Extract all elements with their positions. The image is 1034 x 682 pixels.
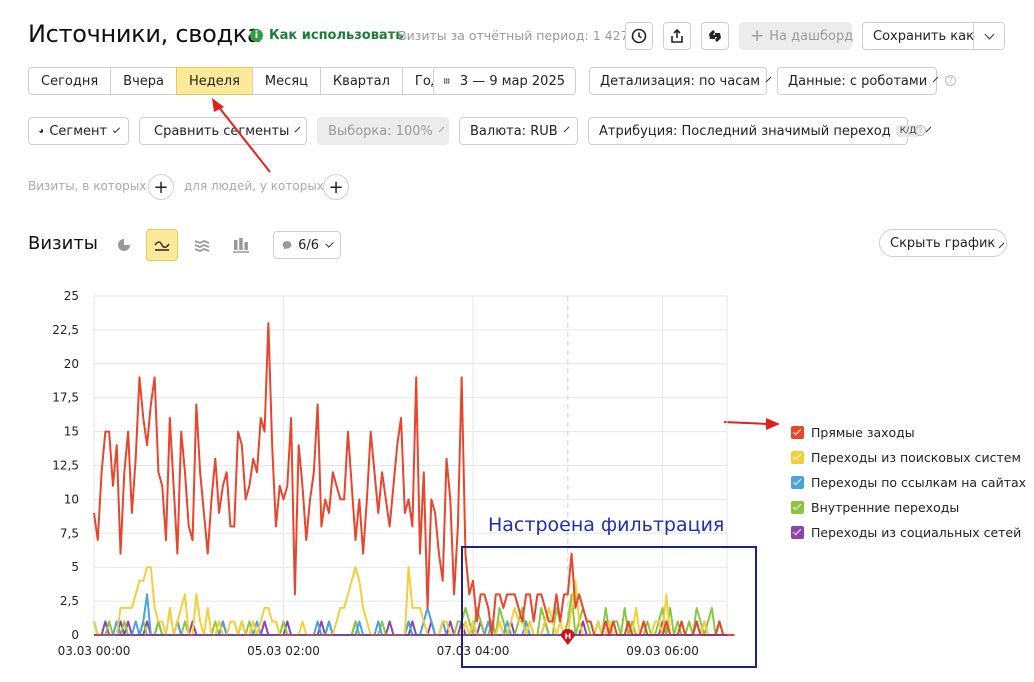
y-tick-label: 2,5 — [60, 594, 79, 608]
pie-chart-icon — [118, 239, 130, 251]
y-tick-label: 12,5 — [52, 459, 79, 473]
y-tick-label: 22,5 — [52, 323, 79, 337]
y-tick-label: 0 — [71, 628, 79, 642]
legend-label: Переходы по ссылкам на сайтах — [811, 475, 1027, 490]
x-tick-label: 03.03 00:00 — [58, 644, 131, 658]
legend-item[interactable]: Переходы по ссылкам на сайтах — [791, 470, 1026, 495]
x-tick-label: 05.03 02:00 — [247, 644, 320, 658]
chart-type-line[interactable] — [146, 229, 178, 261]
hide-chart-label: Скрыть график — [890, 235, 996, 251]
chevron-up-icon — [998, 242, 1005, 248]
legend-label: Переходы из поисковых систем — [811, 450, 1021, 465]
chart-type-pie[interactable] — [108, 229, 140, 261]
y-tick-label: 25 — [64, 289, 79, 303]
legend-checkbox[interactable] — [791, 476, 804, 489]
metrics-dropdown[interactable]: 6/6 — [273, 231, 341, 259]
legend-checkbox[interactable] — [791, 451, 804, 464]
legend-label: Переходы из социальных сетей — [811, 525, 1022, 540]
y-tick-label: 5 — [71, 560, 79, 574]
metrics-count: 6/6 — [298, 237, 319, 253]
legend-item[interactable]: Переходы из социальных сетей — [791, 520, 1026, 545]
y-tick-label: 10 — [64, 492, 79, 506]
y-tick-label: 17,5 — [52, 391, 79, 405]
y-tick-label: 15 — [64, 425, 79, 439]
legend-label: Прямые заходы — [811, 425, 915, 440]
bar-chart-icon — [233, 238, 249, 253]
filter-annotation-text: Настроена фильтрация — [488, 514, 725, 536]
speech-bubble-icon — [282, 240, 292, 250]
legend-item[interactable]: Переходы из поисковых систем — [791, 445, 1026, 470]
legend-item[interactable]: Прямые заходы — [791, 420, 1026, 445]
area-chart-icon — [194, 240, 210, 252]
y-tick-label: 7,5 — [60, 526, 79, 540]
legend-checkbox[interactable] — [791, 526, 804, 539]
chart-type-bar[interactable] — [225, 229, 257, 261]
legend-checkbox[interactable] — [791, 501, 804, 514]
chart-type-area[interactable] — [186, 229, 218, 261]
chevron-down-icon — [325, 238, 334, 248]
chart-legend: Прямые заходы Переходы из поисковых систе… — [791, 420, 1026, 545]
y-tick-label: 20 — [64, 357, 79, 371]
line-chart-icon — [154, 241, 170, 251]
legend-item[interactable]: Внутренние переходы — [791, 495, 1026, 520]
chart-title: Визиты — [28, 233, 99, 254]
legend-checkbox[interactable] — [791, 426, 804, 439]
legend-label: Внутренние переходы — [811, 500, 960, 515]
hide-chart-button[interactable]: Скрыть график — [879, 229, 1007, 257]
filter-annotation-box — [461, 546, 757, 668]
